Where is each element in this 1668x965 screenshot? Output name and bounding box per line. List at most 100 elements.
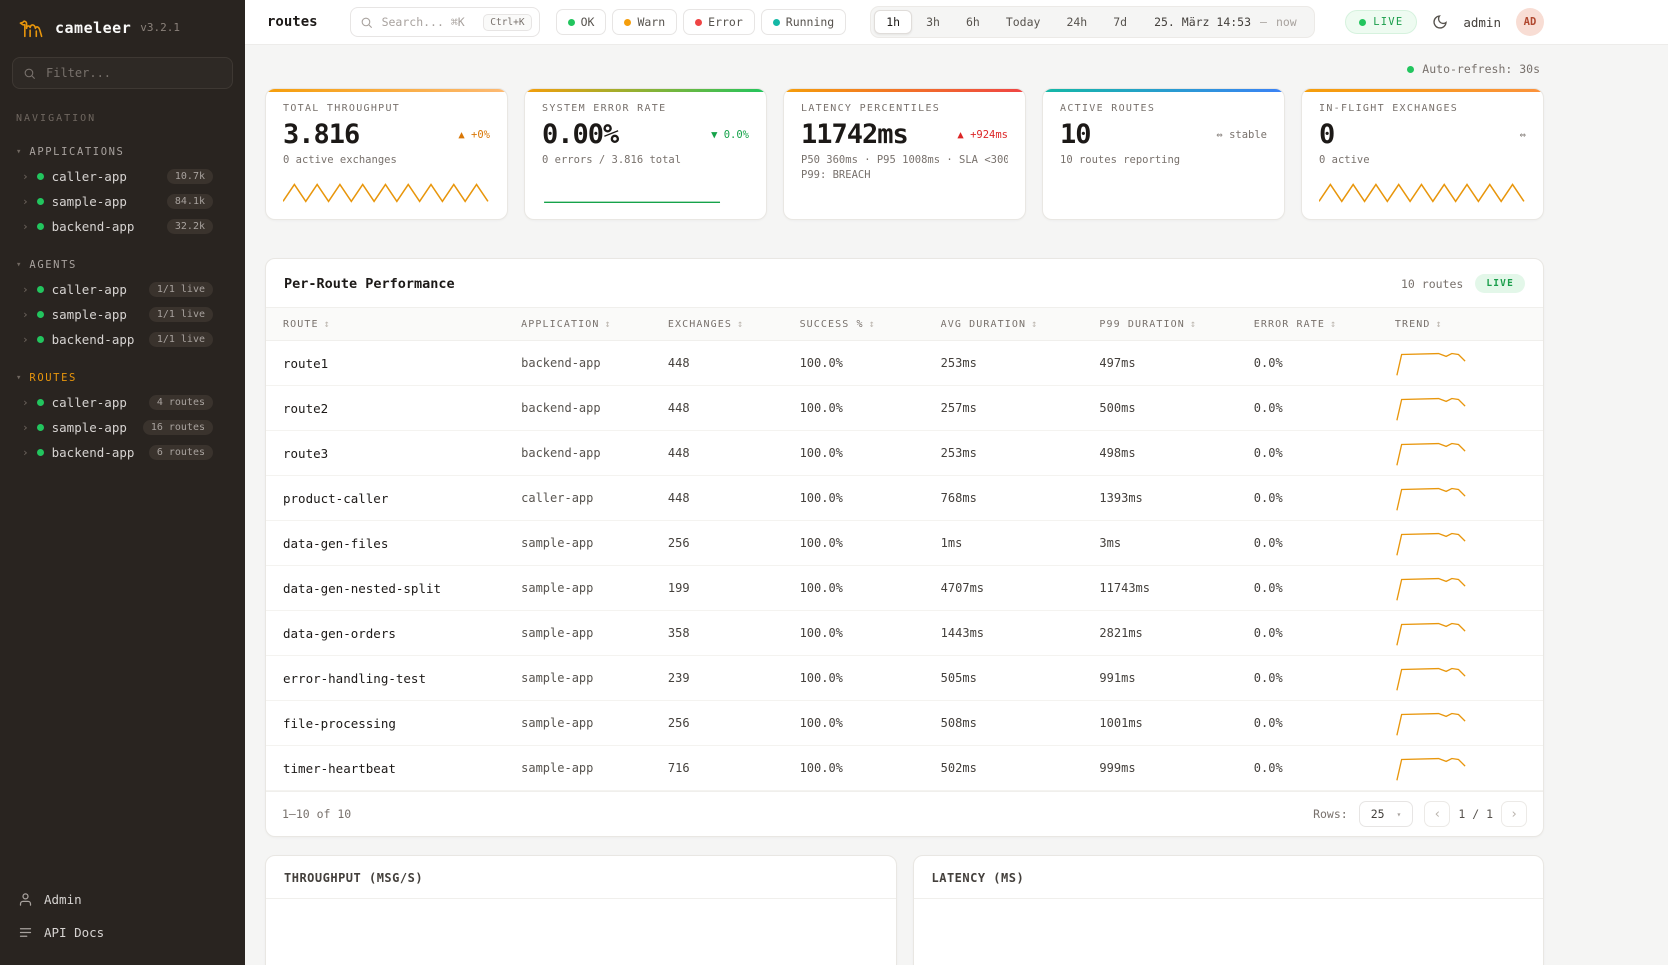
table-row[interactable]: data-gen-orders sample-app 358 100.0% 14… <box>266 611 1543 656</box>
cell-error-rate: 0.0% <box>1254 581 1395 595</box>
status-filter-chip[interactable]: Running <box>761 9 846 35</box>
column-header-label: APPLICATION <box>521 319 599 330</box>
dark-mode-toggle[interactable] <box>1432 14 1448 30</box>
table-row[interactable]: timer-heartbeat sample-app 716 100.0% 50… <box>266 746 1543 791</box>
cell-application: sample-app <box>521 626 668 640</box>
cell-success: 100.0% <box>800 491 941 505</box>
column-header-label: ROUTE <box>283 319 319 330</box>
status-filter-chip[interactable]: Warn <box>612 9 677 35</box>
sidebar-item[interactable]: › sample-app 84.1k <box>0 189 245 214</box>
table-row[interactable]: product-caller caller-app 448 100.0% 768… <box>266 476 1543 521</box>
sort-icon: ↕ <box>1190 319 1197 330</box>
cell-route: error-handling-test <box>283 671 521 686</box>
sidebar-item[interactable]: › caller-app 10.7k <box>0 164 245 189</box>
section-header-agents[interactable]: ▾ AGENTS <box>0 255 245 277</box>
column-header[interactable]: APPLICATION ↕ <box>521 319 668 330</box>
rows-per-page-select[interactable]: 25 ▾ <box>1359 801 1414 827</box>
column-header[interactable]: ROUTE ↕ <box>283 319 521 330</box>
kpi-value: 11742ms <box>801 119 908 150</box>
cell-error-rate: 0.0% <box>1254 446 1395 460</box>
status-filter-chip[interactable]: OK <box>556 9 607 35</box>
cell-p99-duration: 999ms <box>1099 761 1253 775</box>
time-range-button[interactable]: 1h <box>874 10 912 34</box>
user-icon <box>18 892 33 907</box>
filter-input[interactable] <box>44 65 222 81</box>
status-dot-icon <box>37 311 44 318</box>
next-page-button[interactable]: › <box>1501 801 1527 827</box>
cell-route: product-caller <box>283 491 521 506</box>
cell-success: 100.0% <box>800 716 941 730</box>
cell-success: 100.0% <box>800 446 941 460</box>
cell-success: 100.0% <box>800 671 941 685</box>
table-row[interactable]: route1 backend-app 448 100.0% 253ms 497m… <box>266 341 1543 386</box>
cell-avg-duration: 1ms <box>941 536 1100 550</box>
search-icon <box>23 67 36 80</box>
sort-icon: ↕ <box>869 319 876 330</box>
table-footer: 1–10 of 10 Rows: 25 ▾ ‹ 1 / 1 › <box>266 791 1543 836</box>
chart-card: LATENCY (MS) <box>913 855 1545 965</box>
prev-page-button[interactable]: ‹ <box>1424 801 1450 827</box>
status-filter-chips: OK Warn Error Running <box>556 9 847 35</box>
table-row[interactable]: error-handling-test sample-app 239 100.0… <box>266 656 1543 701</box>
sort-icon: ↕ <box>737 319 744 330</box>
table-row[interactable]: route3 backend-app 448 100.0% 253ms 498m… <box>266 431 1543 476</box>
sort-icon: ↕ <box>1435 319 1442 330</box>
sidebar-item[interactable]: › sample-app 1/1 live <box>0 302 245 327</box>
sidebar-item[interactable]: › sample-app 16 routes <box>0 415 245 440</box>
cell-p99-duration: 11743ms <box>1099 581 1253 595</box>
live-label: LIVE <box>1373 16 1403 28</box>
sort-icon: ↕ <box>324 319 331 330</box>
routes-count: 10 routes <box>1401 277 1463 291</box>
sidebar-section-applications: ▾ APPLICATIONS › caller-app 10.7k › samp… <box>0 142 245 239</box>
sidebar-item[interactable]: › backend-app 6 routes <box>0 440 245 465</box>
column-header-label: SUCCESS % <box>800 319 864 330</box>
cell-success: 100.0% <box>800 401 941 415</box>
sidebar-item-label: caller-app <box>52 169 159 184</box>
cell-application: backend-app <box>521 356 668 370</box>
time-range-button[interactable]: 3h <box>914 10 952 34</box>
table-row[interactable]: data-gen-files sample-app 256 100.0% 1ms… <box>266 521 1543 566</box>
section-header-routes[interactable]: ▾ ROUTES <box>0 368 245 390</box>
sidebar-item[interactable]: › backend-app 32.2k <box>0 214 245 239</box>
sidebar-item-api-docs[interactable]: API Docs <box>0 916 245 949</box>
cell-success: 100.0% <box>800 356 941 370</box>
table-row[interactable]: route2 backend-app 448 100.0% 257ms 500m… <box>266 386 1543 431</box>
time-range-button[interactable]: 7d <box>1101 10 1139 34</box>
chevron-right-icon: › <box>22 221 29 232</box>
column-header[interactable]: TREND ↕ <box>1395 319 1543 330</box>
kpi-subtext: 0 errors / 3.816 total <box>542 154 749 166</box>
time-range-button[interactable]: 6h <box>954 10 992 34</box>
column-header[interactable]: ERROR RATE ↕ <box>1254 319 1395 330</box>
sidebar-item-badge: 6 routes <box>149 445 213 460</box>
column-header[interactable]: P99 DURATION ↕ <box>1099 319 1253 330</box>
avatar[interactable]: AD <box>1516 8 1544 36</box>
trend-sparkline <box>1395 618 1543 648</box>
app-logo[interactable]: cameleer v3.2.1 <box>0 0 245 51</box>
section-header-applications[interactable]: ▾ APPLICATIONS <box>0 142 245 164</box>
sidebar-item-badge: 1/1 live <box>149 307 213 322</box>
sidebar-item[interactable]: › caller-app 1/1 live <box>0 277 245 302</box>
table-row[interactable]: data-gen-nested-split sample-app 199 100… <box>266 566 1543 611</box>
sidebar-item-admin[interactable]: Admin <box>0 883 245 916</box>
sidebar-item[interactable]: › caller-app 4 routes <box>0 390 245 415</box>
time-range-button[interactable]: Today <box>994 10 1053 34</box>
sidebar-item[interactable]: › backend-app 1/1 live <box>0 327 245 352</box>
time-range-button[interactable]: 24h <box>1054 10 1099 34</box>
user-menu[interactable]: admin <box>1463 15 1501 30</box>
sidebar: cameleer v3.2.1 NAVIGATION ▾ APPLICATION… <box>0 0 245 965</box>
trend-sparkline <box>1395 663 1543 693</box>
status-dot-icon <box>37 223 44 230</box>
cell-success: 100.0% <box>800 581 941 595</box>
column-header[interactable]: SUCCESS % ↕ <box>800 319 941 330</box>
trend-sparkline <box>1395 393 1543 423</box>
live-toggle[interactable]: LIVE <box>1345 10 1417 34</box>
search-input[interactable] <box>380 14 477 30</box>
column-header[interactable]: EXCHANGES ↕ <box>668 319 800 330</box>
kpi-cards: TOTAL THROUGHPUT 3.816 ▲ +0% 0 active ex… <box>265 88 1544 220</box>
cell-error-rate: 0.0% <box>1254 356 1395 370</box>
cell-route: route1 <box>283 356 521 371</box>
column-header[interactable]: AVG DURATION ↕ <box>941 319 1100 330</box>
status-filter-chip[interactable]: Error <box>683 9 755 35</box>
table-row[interactable]: file-processing sample-app 256 100.0% 50… <box>266 701 1543 746</box>
caret-down-icon: ▾ <box>1397 810 1402 819</box>
